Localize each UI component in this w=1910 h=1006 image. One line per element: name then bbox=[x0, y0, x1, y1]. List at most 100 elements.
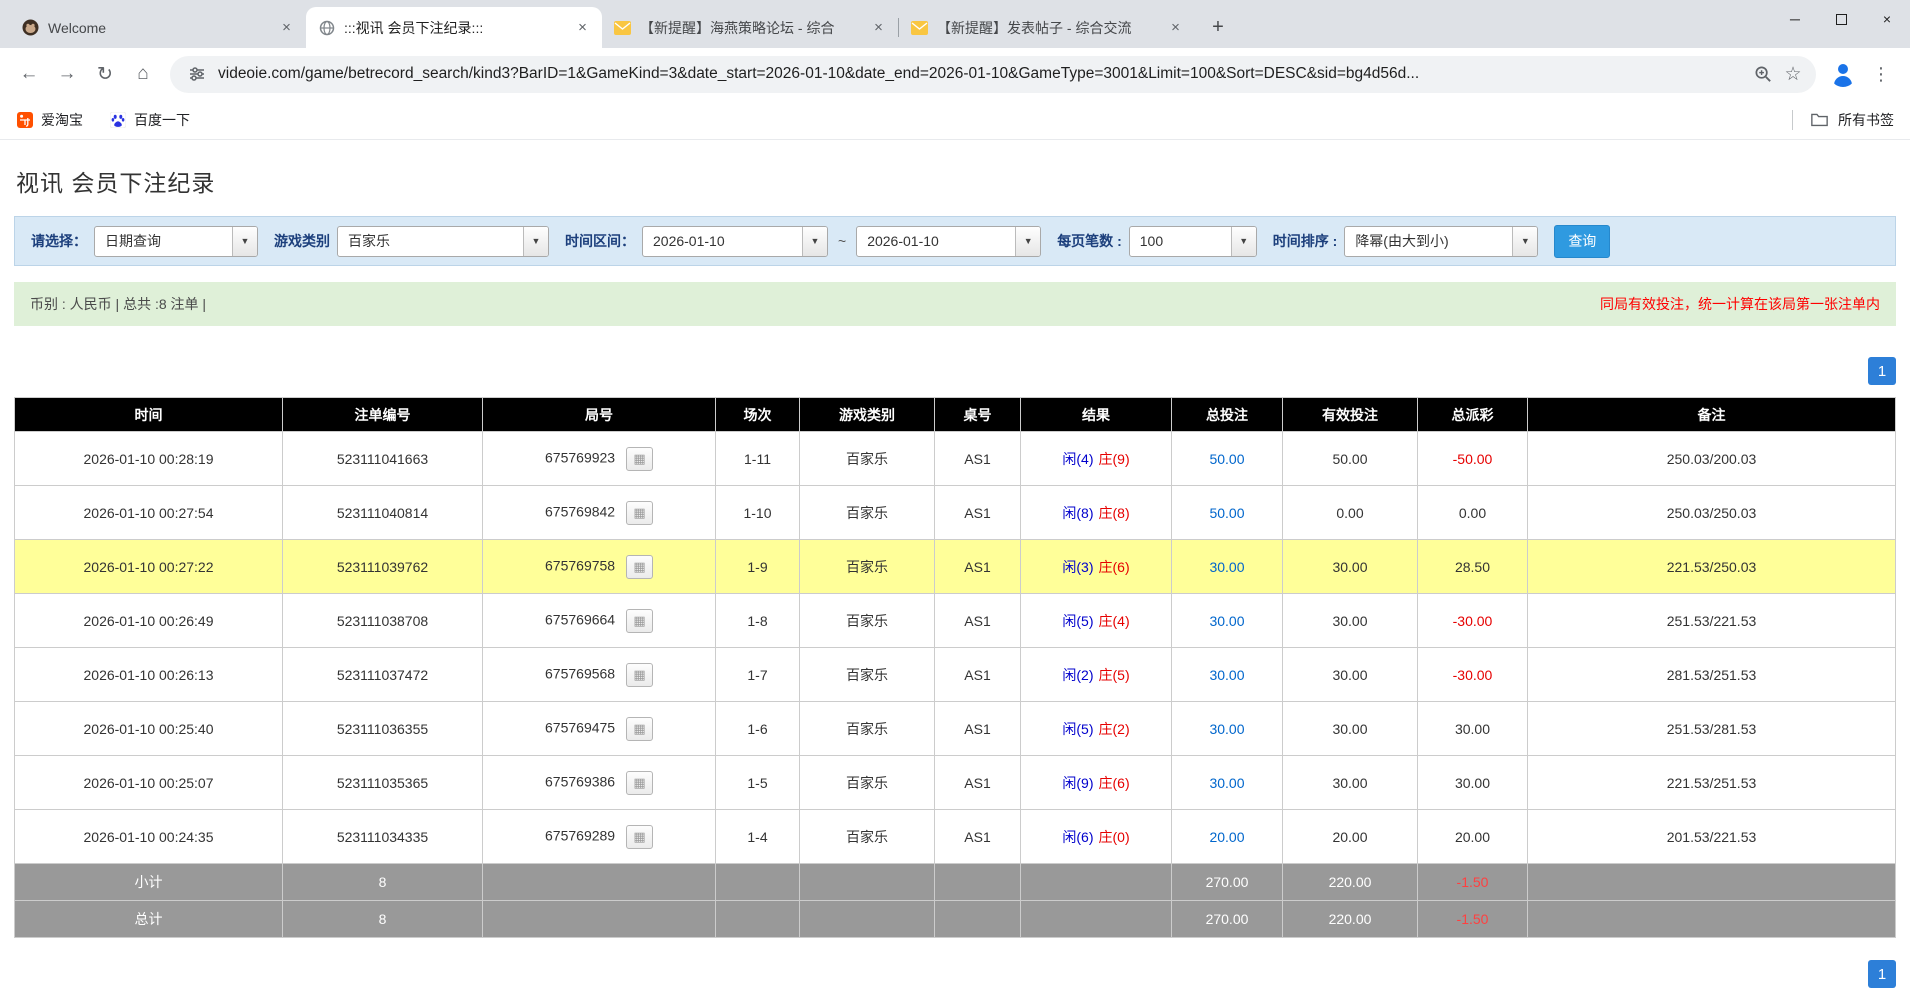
minimize-button[interactable]: ─ bbox=[1772, 0, 1818, 38]
bookmark-star-icon[interactable]: ☆ bbox=[1778, 59, 1808, 89]
cell-valid-bet: 30.00 bbox=[1283, 540, 1418, 594]
maximize-button[interactable] bbox=[1818, 0, 1864, 38]
table-header-row: 时间 注单编号 局号 场次 游戏类别 桌号 结果 总投注 有效投注 总派彩 备注 bbox=[15, 398, 1896, 432]
tab-close-icon[interactable]: × bbox=[869, 18, 888, 37]
url-text[interactable]: videoie.com/game/betrecord_search/kind3?… bbox=[218, 65, 1748, 83]
cell-result: 闲(3)庄(6) bbox=[1021, 540, 1172, 594]
site-settings-icon[interactable] bbox=[182, 59, 212, 89]
back-icon[interactable]: ← bbox=[10, 55, 48, 93]
cell-session: 1-10 bbox=[716, 486, 800, 540]
window-close-button[interactable]: × bbox=[1864, 0, 1910, 38]
total-bet-link[interactable]: 30.00 bbox=[1209, 613, 1244, 629]
total-bet-link[interactable]: 50.00 bbox=[1209, 505, 1244, 521]
per-page-label: 每页笔数 : bbox=[1057, 231, 1122, 251]
tab-close-icon[interactable]: × bbox=[1166, 18, 1185, 37]
maximize-icon bbox=[1836, 14, 1847, 25]
chevron-down-icon[interactable]: ▼ bbox=[232, 227, 257, 256]
chevron-down-icon[interactable]: ▼ bbox=[1512, 227, 1537, 256]
date-end-value[interactable]: 2026-01-10 bbox=[857, 233, 1015, 249]
query-type-value[interactable]: 日期查询 bbox=[95, 231, 232, 251]
total-bet-link[interactable]: 30.00 bbox=[1209, 559, 1244, 575]
forward-icon[interactable]: → bbox=[48, 55, 86, 93]
cell-session: 1-8 bbox=[716, 594, 800, 648]
pagination-page-1[interactable]: 1 bbox=[1868, 960, 1896, 988]
roadmap-button[interactable]: ▦ bbox=[626, 663, 653, 687]
all-bookmarks-button[interactable]: 所有书签 bbox=[1838, 110, 1894, 130]
pagination-top: 1 bbox=[14, 357, 1896, 385]
roadmap-icon: ▦ bbox=[633, 506, 645, 519]
cell-total-bet: 30.00 bbox=[1172, 756, 1283, 810]
total-bet-link[interactable]: 50.00 bbox=[1209, 451, 1244, 467]
cell-note: 221.53/250.03 bbox=[1528, 540, 1896, 594]
subtotal-row: 小计 8 270.00 220.00 -1.50 bbox=[15, 864, 1896, 901]
total-bet-link[interactable]: 20.00 bbox=[1209, 829, 1244, 845]
table-row: 2026-01-10 00:28:19 523111041663 6757699… bbox=[15, 432, 1896, 486]
pagination-page-1[interactable]: 1 bbox=[1868, 357, 1896, 385]
tab-welcome[interactable]: Welcome × bbox=[10, 7, 306, 48]
per-page-select[interactable]: 100 ▼ bbox=[1129, 226, 1257, 257]
roadmap-button[interactable]: ▦ bbox=[626, 825, 653, 849]
zoom-icon[interactable] bbox=[1748, 59, 1778, 89]
chevron-down-icon[interactable]: ▼ bbox=[523, 227, 548, 256]
date-start-value[interactable]: 2026-01-10 bbox=[643, 233, 802, 249]
tab-close-icon[interactable]: × bbox=[277, 18, 296, 37]
tab-betrecord[interactable]: :::视讯 会员下注纪录::: × bbox=[306, 7, 602, 48]
cell-empty bbox=[483, 901, 716, 938]
sort-label: 时间排序 : bbox=[1273, 231, 1338, 251]
chevron-down-icon[interactable]: ▼ bbox=[1231, 227, 1256, 256]
roadmap-button[interactable]: ▦ bbox=[626, 609, 653, 633]
total-bet-link[interactable]: 30.00 bbox=[1209, 667, 1244, 683]
query-type-select[interactable]: 日期查询 ▼ bbox=[94, 226, 258, 257]
game-type-select[interactable]: 百家乐 ▼ bbox=[337, 226, 549, 257]
cell-payout: 20.00 bbox=[1418, 810, 1528, 864]
total-row: 总计 8 270.00 220.00 -1.50 bbox=[15, 901, 1896, 938]
search-button[interactable]: 查询 bbox=[1554, 225, 1610, 258]
roadmap-button[interactable]: ▦ bbox=[626, 771, 653, 795]
cell-result: 闲(6) 庄(0) bbox=[1021, 810, 1172, 864]
roadmap-button[interactable]: ▦ bbox=[626, 501, 653, 525]
roadmap-button[interactable]: ▦ bbox=[626, 555, 653, 579]
total-bet-link[interactable]: 30.00 bbox=[1209, 775, 1244, 791]
header-note: 备注 bbox=[1528, 398, 1896, 432]
game-type-value[interactable]: 百家乐 bbox=[338, 231, 523, 251]
round-number: 675769664 bbox=[545, 611, 615, 627]
date-start-select[interactable]: 2026-01-10 ▼ bbox=[642, 226, 828, 257]
bookmark-label: 爱淘宝 bbox=[41, 110, 83, 130]
per-page-value[interactable]: 100 bbox=[1130, 233, 1231, 249]
total-bet-link[interactable]: 30.00 bbox=[1209, 721, 1244, 737]
valid-bet-notice: 同局有效投注，统一计算在该局第一张注单内 bbox=[1600, 294, 1880, 314]
round-number: 675769475 bbox=[545, 719, 615, 735]
bookmark-taobao[interactable]: 爱淘宝 bbox=[16, 110, 83, 130]
tab-title: Welcome bbox=[48, 20, 268, 36]
round-number: 675769842 bbox=[545, 503, 615, 519]
cell-valid-bet: 0.00 bbox=[1283, 486, 1418, 540]
sort-value[interactable]: 降幂(由大到小) bbox=[1345, 231, 1512, 251]
result-banker: 庄(4) bbox=[1099, 613, 1130, 629]
sort-select[interactable]: 降幂(由大到小) ▼ bbox=[1344, 226, 1538, 257]
chevron-down-icon[interactable]: ▼ bbox=[1015, 227, 1040, 256]
bookmark-baidu[interactable]: 百度一下 bbox=[109, 110, 190, 130]
header-bet-id: 注单编号 bbox=[283, 398, 483, 432]
cell-round: 675769923 ▦ bbox=[483, 432, 716, 486]
roadmap-button[interactable]: ▦ bbox=[626, 717, 653, 741]
cell-table: AS1 bbox=[935, 810, 1021, 864]
cell-time: 2026-01-10 00:28:19 bbox=[15, 432, 283, 486]
home-icon[interactable]: ⌂ bbox=[124, 55, 162, 93]
date-end-select[interactable]: 2026-01-10 ▼ bbox=[856, 226, 1041, 257]
tab-close-icon[interactable]: × bbox=[573, 18, 592, 37]
profile-button[interactable] bbox=[1824, 55, 1862, 93]
result-player: 闲(3) bbox=[1062, 559, 1093, 575]
result-banker: 庄(0) bbox=[1099, 829, 1130, 845]
result-banker: 庄(2) bbox=[1099, 721, 1130, 737]
result-player: 闲(6) bbox=[1062, 829, 1093, 845]
tab-forum-thread[interactable]: 【新提醒】海燕策略论坛 - 综合 × bbox=[602, 7, 898, 48]
refresh-icon[interactable]: ↻ bbox=[86, 55, 124, 93]
new-tab-button[interactable]: + bbox=[1203, 12, 1233, 42]
roadmap-button[interactable]: ▦ bbox=[626, 447, 653, 471]
tab-forum-post[interactable]: 【新提醒】发表帖子 - 综合交流 × bbox=[899, 7, 1195, 48]
cell-empty bbox=[483, 864, 716, 901]
chevron-down-icon[interactable]: ▼ bbox=[802, 227, 827, 256]
page-title: 视讯 会员下注纪录 bbox=[16, 164, 1896, 198]
browser-menu-icon[interactable]: ⋮ bbox=[1862, 55, 1900, 93]
url-bar[interactable]: videoie.com/game/betrecord_search/kind3?… bbox=[170, 56, 1816, 93]
